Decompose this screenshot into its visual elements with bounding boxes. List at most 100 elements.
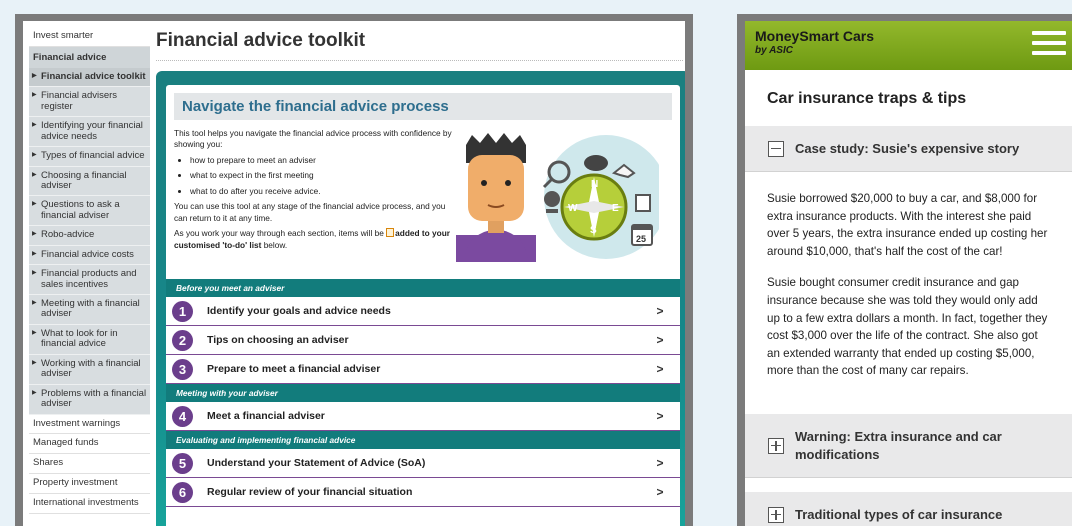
intro-text: This tool helps you navigate the financi… — [174, 128, 456, 251]
sidebar-item-financial-advice-toolkit[interactable]: Financial advice toolkit — [29, 67, 150, 88]
step-label: Understand your Statement of Advice (SoA… — [207, 457, 426, 469]
intro-bullet: what to expect in the first meeting — [190, 170, 456, 181]
accordion-case-study-body: Susie borrowed $20,000 to buy a car, and… — [745, 172, 1072, 406]
sidebar-link-invest-smarter[interactable]: Invest smarter — [29, 27, 150, 47]
toolkit-card: Navigate the financial advice process Th… — [166, 85, 680, 526]
step-label: Prepare to meet a financial adviser — [207, 363, 381, 375]
calendar-day: 25 — [636, 234, 646, 244]
intro-section: Navigate the financial advice process Th… — [166, 85, 680, 279]
step-number-badge: 5 — [172, 452, 193, 474]
step-number-badge: 1 — [172, 300, 193, 322]
step-row-choosing-adviser[interactable]: 2 Tips on choosing an adviser > — [166, 326, 680, 355]
svg-text:W: W — [568, 203, 578, 214]
accordion-case-study-header[interactable]: Case study: Susie's expensive story — [745, 126, 1072, 172]
section-band-before: Before you meet an adviser — [166, 279, 680, 297]
expand-icon[interactable] — [768, 437, 784, 454]
step-row-regular-review[interactable]: 6 Regular review of your financial situa… — [166, 478, 680, 507]
app-byline: by ASIC — [755, 45, 793, 56]
chevron-right-icon[interactable]: > — [650, 333, 670, 347]
chevron-right-icon[interactable]: > — [650, 485, 670, 499]
desktop-page: Invest smarter Financial advice Financia… — [23, 21, 685, 526]
toolkit-panel: Navigate the financial advice process Th… — [156, 71, 685, 526]
step-number-badge: 2 — [172, 329, 193, 351]
person-eye-left — [481, 180, 487, 186]
chevron-right-icon[interactable]: > — [650, 409, 670, 423]
intro-para: You can use this tool at any stage of th… — [174, 201, 446, 223]
intro-lead: This tool helps you navigate the financi… — [174, 128, 452, 150]
accordion-warning-header[interactable]: Warning: Extra insurance and car modific… — [745, 414, 1072, 479]
svg-text:N: N — [591, 179, 598, 190]
sidebar-link-property-investment[interactable]: Property investment — [29, 474, 150, 495]
chevron-right-icon[interactable]: > — [650, 456, 670, 470]
section-band-meeting: Meeting with your adviser — [166, 384, 680, 402]
case-study-paragraph: Susie borrowed $20,000 to buy a car, and… — [767, 192, 1048, 258]
case-study-paragraph: Susie bought consumer credit insurance a… — [767, 276, 1048, 378]
sidebar-item-robo-advice[interactable]: Robo-advice — [29, 226, 150, 246]
intro-bullet-list: how to prepare to meet an adviser what t… — [190, 155, 456, 197]
step-row-prepare-meeting[interactable]: 3 Prepare to meet a financial adviser > — [166, 355, 680, 384]
step-number-badge: 3 — [172, 358, 193, 380]
step-row-meet-adviser[interactable]: 4 Meet a financial adviser > — [166, 402, 680, 431]
sidebar-nav: Invest smarter Financial advice Financia… — [29, 27, 150, 526]
intro-para2-end: below. — [261, 239, 288, 250]
step-label: Meet a financial adviser — [207, 410, 325, 422]
intro-heading: Navigate the financial advice process — [174, 93, 672, 120]
step-number-badge: 4 — [172, 405, 193, 427]
intro-bullet: how to prepare to meet an adviser — [190, 155, 456, 166]
page-title: Financial advice toolkit — [156, 27, 683, 61]
sidebar-link-investment-warnings[interactable]: Investment warnings — [29, 414, 150, 435]
sidebar-item-meeting-adviser[interactable]: Meeting with a financial adviser — [29, 295, 150, 325]
step-row-identify-goals[interactable]: 1 Identify your goals and advice needs > — [166, 297, 680, 326]
collapse-icon[interactable] — [768, 140, 784, 157]
sidebar-item-financial-advisers-register[interactable]: Financial advisers register — [29, 87, 150, 118]
todo-icon — [386, 228, 395, 238]
piggy-bank-icon — [584, 155, 608, 171]
person-face — [468, 155, 524, 221]
sidebar-link-managed-funds[interactable]: Managed funds — [29, 434, 150, 455]
sidebar-item-what-to-look-for[interactable]: What to look for in financial advice — [29, 325, 150, 355]
person-shoulders — [464, 229, 528, 262]
step-label: Identify your goals and advice needs — [207, 305, 391, 317]
mobile-page-title: Car insurance traps & tips — [767, 90, 967, 107]
sidebar-item-questions-to-ask[interactable]: Questions to ask a financial adviser — [29, 196, 150, 227]
intro-para-todo: As you work your way through each sectio… — [174, 228, 456, 251]
section-band-evaluating: Evaluating and implementing financial ad… — [166, 431, 680, 449]
chevron-right-icon[interactable]: > — [650, 304, 670, 318]
app-name[interactable]: MoneySmart Cars — [755, 28, 1062, 44]
accordion-title: Warning: Extra insurance and car modific… — [795, 429, 1002, 462]
accordion-title: Case study: Susie's expensive story — [795, 141, 1020, 156]
sidebar-link-international-investments[interactable]: International investments — [29, 494, 150, 515]
expand-icon[interactable] — [768, 506, 784, 523]
svg-text:S: S — [590, 225, 597, 236]
step-number-badge: 6 — [172, 481, 193, 503]
mobile-app-header: MoneySmart Cars by ASIC — [745, 21, 1072, 70]
sidebar-section-title[interactable]: Financial advice — [29, 46, 150, 68]
step-label: Regular review of your financial situati… — [207, 486, 413, 498]
intro-bullet: what to do after you receive advice. — [190, 186, 456, 197]
sidebar-item-choosing-adviser[interactable]: Choosing a financial adviser — [29, 167, 150, 197]
sidebar-item-advice-costs[interactable]: Financial advice costs — [29, 246, 150, 266]
money-bag-icon — [544, 191, 560, 207]
adviser-illustration: N S W E 25 — [456, 133, 659, 262]
chevron-right-icon[interactable]: > — [650, 362, 670, 376]
sidebar-item-working-with-adviser[interactable]: Working with a financial adviser — [29, 355, 150, 385]
step-row-statement-of-advice[interactable]: 5 Understand your Statement of Advice (S… — [166, 449, 680, 478]
main-content: Financial advice toolkit — [156, 27, 683, 61]
accordion-title: Traditional types of car insurance — [795, 507, 1003, 523]
sidebar-section-financial-advice: Financial advice Financial advice toolki… — [29, 46, 150, 415]
sidebar-item-identifying-needs[interactable]: Identifying your financial advice needs — [29, 117, 150, 148]
desktop-screenshot-frame: Invest smarter Financial advice Financia… — [15, 14, 693, 526]
hamburger-menu-icon[interactable] — [1032, 31, 1066, 59]
mobile-screenshot-frame: MoneySmart Cars by ASIC Car insurance tr… — [737, 14, 1072, 526]
svg-text:E: E — [612, 203, 619, 214]
mobile-page: MoneySmart Cars by ASIC Car insurance tr… — [745, 21, 1072, 526]
sidebar-link-shares[interactable]: Shares — [29, 454, 150, 475]
step-label: Tips on choosing an adviser — [207, 334, 349, 346]
intro-para2-start: As you work your way through each sectio… — [174, 228, 387, 239]
document-icon — [635, 194, 651, 212]
sidebar-item-types-of-advice[interactable]: Types of financial advice — [29, 147, 150, 167]
sidebar-item-problems-with-adviser[interactable]: Problems with a financial adviser — [29, 385, 150, 415]
person-eye-right — [505, 180, 511, 186]
sidebar-item-products-incentives[interactable]: Financial products and sales incentives — [29, 265, 150, 296]
accordion-traditional-types-header[interactable]: Traditional types of car insurance — [745, 492, 1072, 526]
